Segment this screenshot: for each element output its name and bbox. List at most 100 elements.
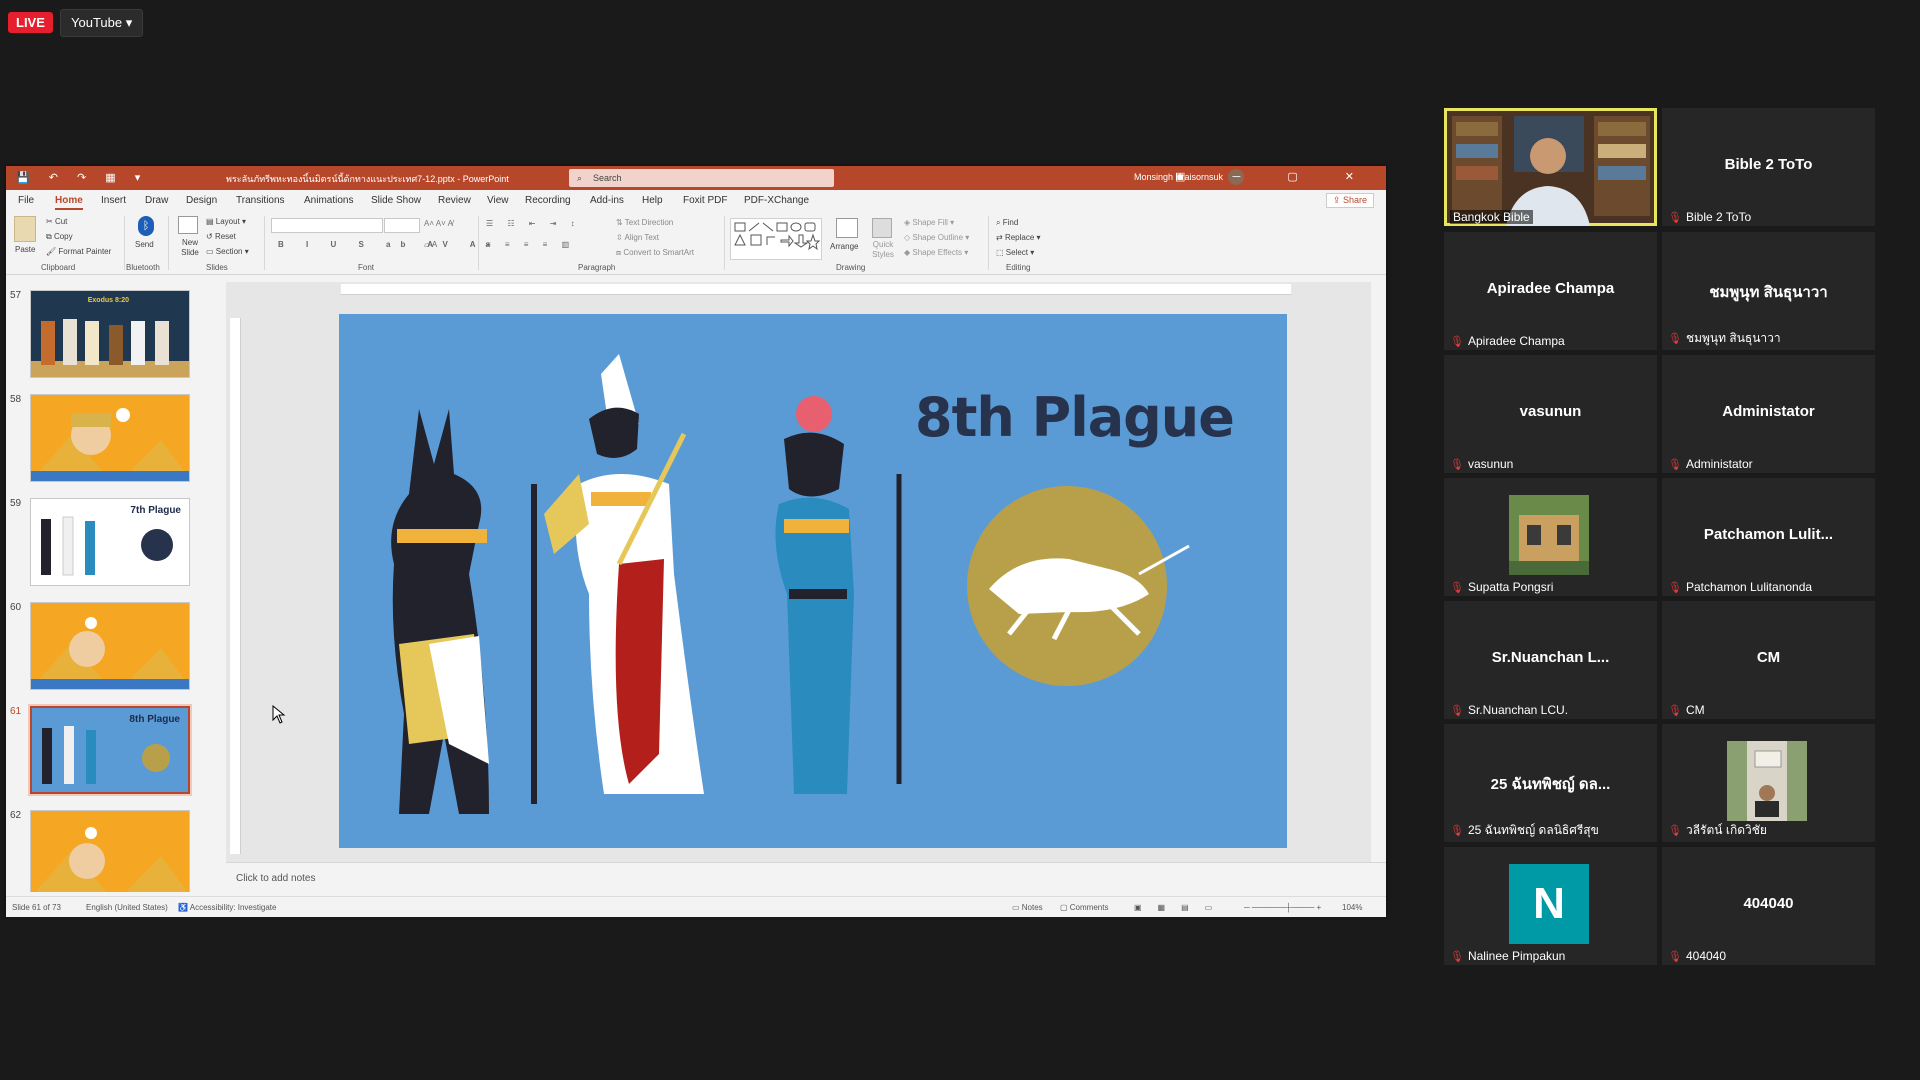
notes-pane[interactable]: Click to add notes xyxy=(226,862,1386,895)
participant-tile[interactable]: 25 ฉันทพิชญ์ ดล... 🎙 25 ฉันทพิชญ์ ดลนิธิศ… xyxy=(1444,724,1657,842)
arrange-icon[interactable] xyxy=(836,218,858,238)
participant-name: 🎙 Supatta Pongsri xyxy=(1450,580,1553,594)
tab-design[interactable]: Design xyxy=(186,195,217,206)
tab-pdf-xchange[interactable]: PDF-XChange xyxy=(744,195,809,206)
paste-button[interactable]: Paste xyxy=(15,245,35,254)
participant-tile[interactable]: Sr.Nuanchan L... 🎙 Sr.Nuanchan LCU. xyxy=(1444,601,1657,719)
tab-file[interactable]: File xyxy=(18,195,34,206)
section-button[interactable]: ▭ Section ▾ xyxy=(206,247,249,256)
tab-add-ins[interactable]: Add-ins xyxy=(590,195,624,206)
font-size-controls[interactable]: A˄ A˅ A̸ xyxy=(424,219,453,228)
tab-view[interactable]: View xyxy=(487,195,509,206)
tab-slide-show[interactable]: Slide Show xyxy=(371,195,421,206)
horizontal-ruler[interactable] xyxy=(341,284,1291,295)
slide-thumbnail[interactable]: Exodus 8:20 xyxy=(30,290,190,378)
tab-draw[interactable]: Draw xyxy=(145,195,168,206)
tab-insert[interactable]: Insert xyxy=(101,195,126,206)
view-buttons[interactable]: ▣▦▤▭ xyxy=(1134,903,1228,912)
slide-thumbnail[interactable] xyxy=(30,394,191,482)
participant-name: 🎙 Apiradee Champa xyxy=(1450,334,1565,348)
mic-muted-icon: 🎙 xyxy=(1450,459,1464,471)
participant-tile[interactable]: vasunun 🎙 vasunun xyxy=(1444,355,1657,473)
slide-thumbnail-panel[interactable]: 57 Exodus 8:20 58 59 7th Plague 60 61 8t… xyxy=(6,282,216,892)
tab-review[interactable]: Review xyxy=(438,195,471,206)
tab-help[interactable]: Help xyxy=(642,195,663,206)
slide-thumbnail[interactable] xyxy=(30,810,190,892)
participant-name: 🎙 Bible 2 ToTo xyxy=(1668,210,1751,224)
accessibility-status[interactable]: ♿ Accessibility: Investigate xyxy=(178,903,276,912)
participant-tile[interactable]: 🎙 Supatta Pongsri xyxy=(1444,478,1657,596)
font-name-input[interactable] xyxy=(271,218,383,233)
slide-title[interactable]: 8th Plague xyxy=(915,386,1235,449)
cut-button[interactable]: ✂ Cut xyxy=(46,217,67,226)
search-box[interactable]: ⌕ Search xyxy=(569,169,834,187)
participant-tile[interactable]: Bible 2 ToTo 🎙 Bible 2 ToTo xyxy=(1662,108,1875,226)
slide-thumbnail[interactable] xyxy=(30,602,191,690)
participant-tile[interactable]: 404040 🎙 404040 xyxy=(1662,847,1875,965)
shapes-gallery[interactable] xyxy=(730,218,822,260)
thumbnail-number: 61 xyxy=(10,706,22,717)
quick-styles-icon[interactable] xyxy=(872,218,892,238)
slide-thumbnail-selected[interactable]: 8th Plague xyxy=(28,704,192,796)
list-buttons[interactable]: ☰ ☷ ⇤ ⇥ ↕ xyxy=(486,219,581,228)
participant-display-name: ชมพูนุท สินธุนาวา xyxy=(1709,284,1828,301)
send-button[interactable]: Send xyxy=(135,240,154,249)
select-button[interactable]: ⬚ Select ▾ xyxy=(996,248,1034,257)
font-size-input[interactable] xyxy=(384,218,420,233)
copy-button[interactable]: ⧉ Copy xyxy=(46,232,73,242)
replace-button[interactable]: ⇄ Replace ▾ xyxy=(996,233,1041,242)
convert-smartart-button[interactable]: ⧈ Convert to SmartArt xyxy=(616,248,694,258)
shape-effects-button[interactable]: ◆ Shape Effects ▾ xyxy=(904,248,968,257)
slide-thumbnail[interactable]: 7th Plague xyxy=(30,498,190,586)
find-button[interactable]: ⌕ Find xyxy=(996,218,1018,228)
tab-recording[interactable]: Recording xyxy=(525,195,571,206)
notes-toggle[interactable]: ▭ Notes xyxy=(1012,903,1043,912)
shape-outline-button[interactable]: ◇ Shape Outline ▾ xyxy=(904,233,969,242)
arrange-button[interactable]: Arrange xyxy=(830,242,858,251)
tab-home[interactable]: Home xyxy=(55,195,83,210)
font-color-buttons[interactable]: ▱ A xyxy=(424,240,437,249)
format-painter-button[interactable]: 🖌 Format Painter xyxy=(46,247,111,256)
new-slide-button[interactable]: New Slide xyxy=(175,238,205,258)
participant-tile-active-speaker[interactable]: Bangkok Bible xyxy=(1444,108,1657,226)
participant-tile[interactable]: Administator 🎙 Administator xyxy=(1662,355,1875,473)
align-buttons[interactable]: ≡ ≡ ≡ ≡ ▥ xyxy=(486,240,575,249)
paste-icon[interactable] xyxy=(14,216,36,242)
participant-tile[interactable]: Patchamon Lulit... 🎙 Patchamon Lulitanond… xyxy=(1662,478,1875,596)
tab-foxit-pdf[interactable]: Foxit PDF xyxy=(683,195,727,206)
participant-tile[interactable]: Apiradee Champa 🎙 Apiradee Champa xyxy=(1444,232,1657,350)
shape-fill-button[interactable]: ◈ Shape Fill ▾ xyxy=(904,218,954,227)
tab-animations[interactable]: Animations xyxy=(304,195,353,206)
participant-tile[interactable]: N 🎙 Nalinee Pimpakun xyxy=(1444,847,1657,965)
font-format-buttons[interactable]: B I U S ab AV Aa xyxy=(278,240,500,249)
thumbnail-title: Exodus 8:20 xyxy=(87,297,129,304)
vertical-ruler[interactable] xyxy=(230,318,241,854)
language-indicator[interactable]: English (United States) xyxy=(86,903,168,912)
quick-access-toolbar[interactable]: 💾 ↶ ↷ ▦ ▾ xyxy=(16,171,148,184)
zoom-level[interactable]: 104% xyxy=(1342,903,1362,912)
bluetooth-icon[interactable]: ᛒ xyxy=(138,216,154,236)
slide-editor[interactable]: 8th Plague xyxy=(226,282,1371,862)
layout-button[interactable]: ▤ Layout ▾ xyxy=(206,217,246,226)
vertical-scrollbar[interactable] xyxy=(1374,282,1386,862)
comments-toggle[interactable]: ▢ Comments xyxy=(1060,903,1108,912)
group-editing: Editing xyxy=(1006,263,1031,272)
thumbnail-number: 57 xyxy=(10,290,22,301)
window-controls[interactable]: ▣ ─ ▢ ✕ xyxy=(1175,170,1376,183)
tab-transitions[interactable]: Transitions xyxy=(236,195,285,206)
participant-tile[interactable]: CM 🎙 CM xyxy=(1662,601,1875,719)
platform-dropdown[interactable]: YouTube ▾ xyxy=(60,9,144,37)
search-placeholder: Search xyxy=(593,173,622,183)
new-slide-icon[interactable] xyxy=(178,216,198,234)
text-direction-button[interactable]: ⇅ Text Direction xyxy=(616,218,673,227)
align-text-button[interactable]: ⇳ Align Text xyxy=(616,233,659,242)
participant-display-name: CM xyxy=(1756,649,1781,666)
current-slide[interactable]: 8th Plague xyxy=(339,314,1287,848)
quick-styles-button[interactable]: Quick Styles xyxy=(868,240,898,260)
share-button[interactable]: ⇪ Share xyxy=(1325,193,1374,208)
participant-tile[interactable]: 🎙 วลีรัตน์ เกิดวิชัย xyxy=(1662,724,1875,842)
reset-button[interactable]: ↺ Reset xyxy=(206,232,236,241)
zoom-slider[interactable]: ─ ──────┼──── + xyxy=(1244,903,1321,912)
participant-tile[interactable]: ชมพูนุท สินธุนาวา 🎙 ชมพูนุท สินธุนาวา xyxy=(1662,232,1875,350)
bookshelf-video-icon xyxy=(1447,111,1654,226)
